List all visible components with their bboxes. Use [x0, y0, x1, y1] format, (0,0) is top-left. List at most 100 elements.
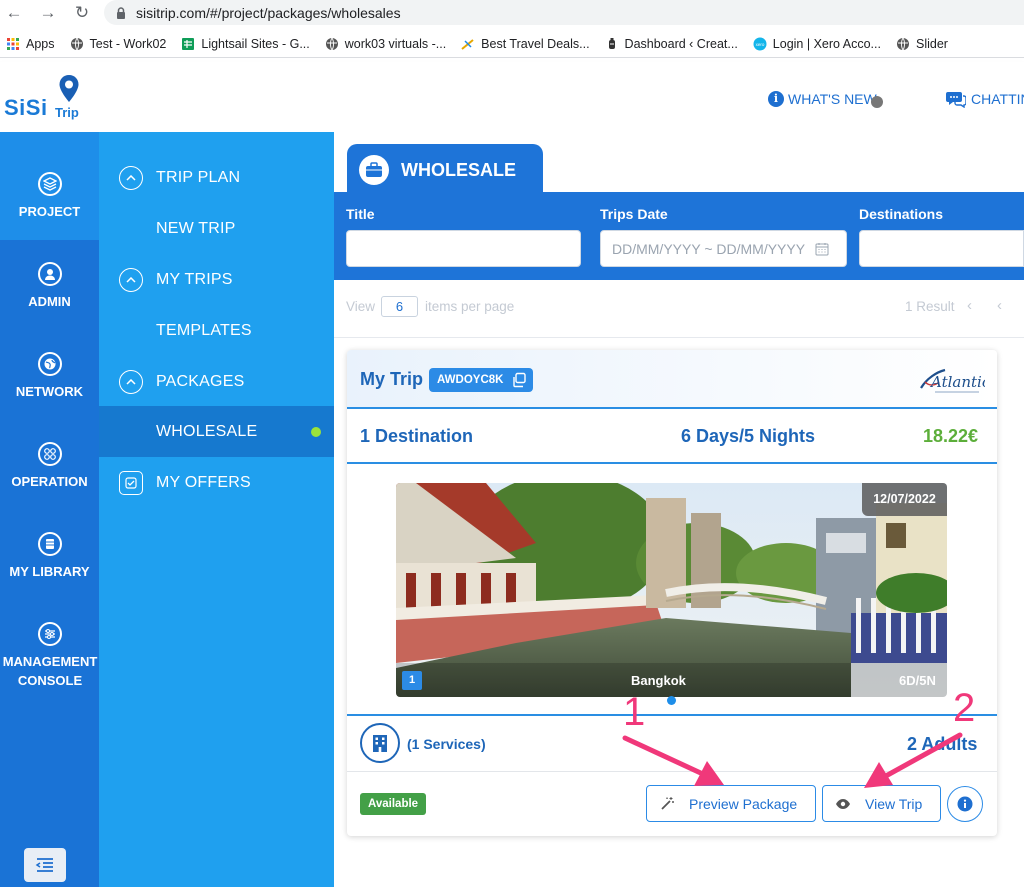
main-content: WHOLESALE Title Trips Date DD/MM/YYYY ~ … [334, 132, 1024, 887]
reload-icon[interactable]: ↻ [70, 2, 94, 24]
app-header: SiSi Trip i WHAT'S NEW CHATTIN [0, 62, 1024, 132]
first-page-icon[interactable]: ‹ [967, 297, 972, 314]
bookmark-work03[interactable]: work03 virtuals -... [325, 37, 446, 51]
bookmark-xero[interactable]: xero Login | Xero Acco... [753, 37, 881, 51]
lock-icon [117, 6, 125, 19]
chat-icon [946, 92, 966, 108]
package-code-badge[interactable]: AWDOYC8K [429, 368, 534, 392]
browser-toolbar: ← → ↻ sisitrip.com/#/project/packages/wh… [0, 0, 1024, 26]
logo-subtext: Trip [55, 105, 79, 120]
trip-duration: 6 Days/5 Nights [681, 426, 816, 446]
bookmark-test-work02[interactable]: Test - Work02 [70, 37, 166, 51]
logo-text: SiSi [4, 95, 48, 120]
view-trip-button[interactable]: View Trip [822, 785, 941, 822]
title-filter-label: Title [346, 206, 375, 222]
carousel-indicator[interactable] [667, 696, 676, 705]
briefcase-icon [359, 155, 389, 185]
package-card: My Trip AWDOYC8K Atlantic 1 Destination … [347, 350, 997, 836]
destination-count: 1 Destination [360, 426, 474, 446]
subnav-item-wholesale[interactable]: WHOLESALE [99, 406, 334, 457]
collapse-sidebar-button[interactable] [24, 848, 66, 882]
svg-text:xero: xero [755, 42, 764, 47]
subnav-item-my-offers[interactable]: MY OFFERS [99, 457, 334, 508]
sheets-icon [182, 37, 195, 50]
annotation-number-1: 1 [623, 690, 646, 734]
services-row: (1 Services) 2 Adults [347, 714, 997, 772]
apps-grid-icon [7, 37, 19, 50]
photo-date-tag: 12/07/2022 [862, 483, 947, 516]
info-icon [957, 796, 973, 812]
card-summary: 1 Destination 6 Days/5 Nights 18.22€ [347, 409, 997, 464]
preview-package-button[interactable]: Preview Package [646, 785, 816, 822]
eye-icon [835, 798, 851, 810]
menu-collapse-icon [35, 858, 53, 872]
card-header: My Trip AWDOYC8K Atlantic [347, 350, 997, 409]
globe-icon [325, 37, 338, 50]
bookmarks-bar: Apps Test - Work02 Lightsail Sites - G..… [0, 30, 1024, 58]
result-count: 1 Result [905, 299, 955, 314]
chatting-link[interactable]: CHATTIN [946, 90, 1024, 108]
chevron-up-icon [119, 267, 143, 292]
layers-icon [37, 172, 62, 196]
adults-count: 2 Adults [907, 734, 978, 754]
xero-icon: xero [753, 37, 767, 50]
hotel-icon [360, 723, 400, 763]
notification-dot [870, 96, 883, 108]
bookmark-apps[interactable]: Apps [6, 37, 55, 51]
magic-wand-icon [659, 796, 675, 812]
availability-badge: Available [360, 793, 427, 815]
active-indicator-dot [311, 427, 321, 437]
calendar-icon [815, 242, 829, 255]
main-sidebar: PROJECT ADMIN NETWORK OPERATION MY LIBRA… [0, 132, 99, 887]
url-text: sisitrip.com/#/project/packages/wholesal… [136, 4, 401, 21]
date-filter-label: Trips Date [600, 206, 668, 222]
back-icon[interactable]: ← [2, 2, 26, 24]
sisi-trip-logo[interactable]: SiSi Trip [4, 74, 84, 122]
globe-icon [70, 37, 83, 50]
globe-icon [896, 37, 909, 50]
project-subnav: TRIP PLAN NEW TRIP MY TRIPS TEMPLATES PA… [99, 132, 334, 887]
photo-city: Bangkok [631, 673, 686, 688]
services-count[interactable]: (1 Services) [407, 736, 486, 752]
lantern-icon [608, 37, 615, 49]
bookmark-lightsail[interactable]: Lightsail Sites - G... [181, 37, 310, 51]
subnav-item-packages[interactable]: PACKAGES [99, 356, 334, 407]
library-icon [37, 532, 62, 556]
package-title: My Trip [360, 369, 424, 389]
user-icon [37, 262, 62, 286]
destination-photo[interactable]: 12/07/2022 1 Bangkok 6D/5N [396, 483, 947, 697]
sidebar-item-management-console[interactable]: MANAGEMENT CONSOLE [0, 582, 99, 692]
offers-icon [119, 470, 143, 495]
bookmark-slider[interactable]: Slider [896, 37, 948, 51]
sidebar-item-my-library[interactable]: MY LIBRARY [0, 492, 99, 582]
tab-wholesale[interactable]: WHOLESALE [347, 144, 543, 196]
title-filter-input[interactable] [346, 230, 581, 267]
sliders-icon [37, 622, 62, 646]
destinations-filter-input[interactable] [859, 230, 1024, 267]
date-range-input[interactable]: DD/MM/YYYY ~ DD/MM/YYYY [600, 230, 847, 267]
filter-bar: Title Trips Date DD/MM/YYYY ~ DD/MM/YYYY… [334, 192, 1024, 280]
subnav-item-my-trips[interactable]: MY TRIPS [99, 254, 334, 305]
prev-page-icon[interactable]: ‹ [997, 297, 1002, 314]
pagination-bar: View 6 items per page 1 Result ‹ ‹ [334, 280, 1024, 338]
bookmark-travel-deals[interactable]: Best Travel Deals... [461, 37, 590, 51]
chevron-up-icon [119, 369, 143, 394]
forward-icon[interactable]: → [36, 2, 60, 24]
photo-duration: 6D/5N [899, 673, 936, 688]
sidebar-item-admin[interactable]: ADMIN [0, 222, 99, 312]
whats-new-link[interactable]: i WHAT'S NEW [768, 90, 883, 108]
svg-text:Atlantic: Atlantic [929, 373, 985, 391]
items-per-page-select[interactable]: 6 [381, 296, 418, 317]
subnav-item-new-trip[interactable]: NEW TRIP [99, 203, 334, 254]
map-pin-icon [59, 75, 79, 102]
chevron-up-icon [119, 165, 143, 190]
sidebar-item-operation[interactable]: OPERATION [0, 402, 99, 492]
package-info-button[interactable] [947, 786, 983, 822]
address-bar[interactable]: sisitrip.com/#/project/packages/wholesal… [104, 0, 1024, 25]
subnav-item-trip-plan[interactable]: TRIP PLAN [99, 152, 334, 203]
sidebar-item-network[interactable]: NETWORK [0, 312, 99, 402]
subnav-item-templates[interactable]: TEMPLATES [99, 305, 334, 356]
copy-icon[interactable] [511, 372, 527, 388]
bookmark-dashboard[interactable]: Dashboard ‹ Creat... [605, 37, 738, 51]
destinations-filter-label: Destinations [859, 206, 944, 222]
